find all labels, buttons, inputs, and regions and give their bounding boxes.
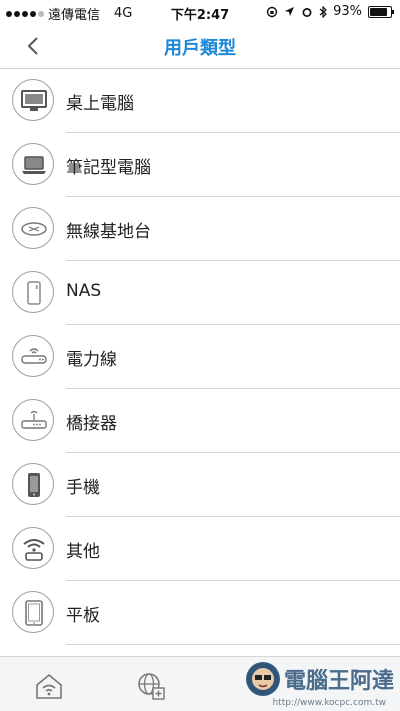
mascot-logo-icon xyxy=(245,662,280,696)
list-item-phone[interactable]: 手機 xyxy=(0,453,400,517)
page-title: 用戶類型 xyxy=(164,38,236,59)
watermark-url: http://www.kocpc.com.tw xyxy=(272,698,386,708)
list-item-label: 無線基地台 xyxy=(66,222,151,242)
list-item-label: 其他 xyxy=(66,542,100,562)
list-item-desktop[interactable]: 桌上電腦 xyxy=(0,69,400,133)
list-item-powerline[interactable]: 電力線 xyxy=(0,325,400,389)
location-icon xyxy=(285,7,295,16)
list-item-nas[interactable]: NAS xyxy=(0,261,400,325)
bridge-icon xyxy=(12,399,54,441)
laptop-icon xyxy=(12,143,54,185)
watermark-text: 電腦王阿達 xyxy=(283,669,394,694)
nas-icon xyxy=(12,271,54,313)
home-wifi-icon[interactable] xyxy=(34,671,64,701)
watermark: 電腦王阿達 http://www.kocpc.com.tw xyxy=(245,662,394,708)
divider xyxy=(66,644,400,645)
list-item-bridge[interactable]: 橋接器 xyxy=(0,389,400,453)
list-item-label: 電力線 xyxy=(66,350,117,370)
list-item-laptop[interactable]: 筆記型電腦 xyxy=(0,133,400,197)
list-item-other[interactable]: 其他 xyxy=(0,517,400,581)
battery-percent: 93% xyxy=(333,4,362,19)
powerline-icon xyxy=(12,335,54,377)
phone-icon xyxy=(12,463,54,505)
bluetooth-icon xyxy=(319,5,327,18)
list-item-tablet[interactable]: 平板 xyxy=(0,581,400,645)
status-bar: 遠傳電信 4G 下午2:47 93% xyxy=(0,0,400,24)
rotation-lock-icon xyxy=(266,6,278,17)
list-item-label: 筆記型電腦 xyxy=(66,158,151,178)
status-right: 93% xyxy=(266,4,394,19)
list-item-access-point[interactable]: 無線基地台 xyxy=(0,197,400,261)
battery-icon xyxy=(368,5,394,18)
list-item-label: 橋接器 xyxy=(66,414,117,434)
device-type-list: 桌上電腦 筆記型電腦 無線基地台 NAS 電力線 橋接器 手機 其他 平板 xyxy=(0,69,400,645)
access-point-icon xyxy=(12,207,54,249)
desktop-icon xyxy=(12,79,54,121)
list-item-label: NAS xyxy=(66,281,102,301)
list-item-label: 手機 xyxy=(66,478,100,498)
list-item-label: 桌上電腦 xyxy=(66,94,134,114)
other-wifi-icon xyxy=(12,527,54,569)
battery-fill xyxy=(370,7,387,16)
alarm-icon xyxy=(302,7,312,17)
list-item-label: 平板 xyxy=(66,606,100,626)
tablet-icon xyxy=(12,591,54,633)
nav-bar: 用戶類型 xyxy=(0,24,400,69)
globe-add-icon[interactable] xyxy=(136,671,166,701)
